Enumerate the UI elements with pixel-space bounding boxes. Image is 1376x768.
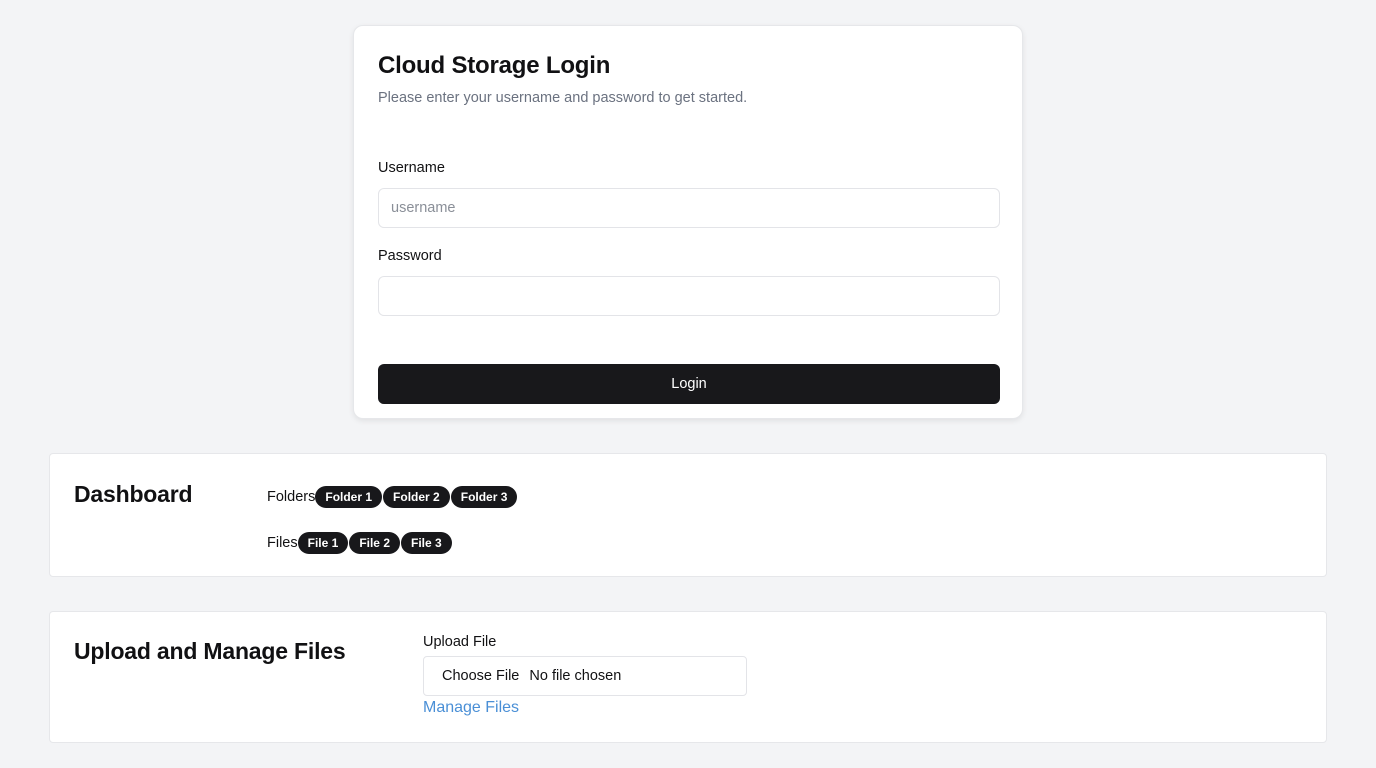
login-subtitle: Please enter your username and password … (378, 90, 748, 106)
files-row: Files File 1 File 2 File 3 (267, 532, 453, 554)
no-file-text: No file chosen (529, 668, 622, 684)
password-label: Password (378, 248, 442, 264)
files-label: Files (267, 535, 298, 551)
file-chip[interactable]: File 3 (401, 532, 452, 554)
file-chip[interactable]: File 1 (297, 532, 349, 554)
folder-chip[interactable]: Folder 1 (315, 486, 383, 508)
folder-chip[interactable]: Folder 2 (383, 486, 450, 508)
upload-title: Upload and Manage Files (74, 638, 346, 664)
dashboard-title: Dashboard (74, 481, 193, 507)
folders-label: Folders (267, 489, 316, 505)
file-chip[interactable]: File 2 (349, 532, 400, 554)
login-card: Cloud Storage Login Please enter your us… (353, 25, 1023, 419)
username-label: Username (378, 160, 445, 176)
folders-row: Folders Folder 1 Folder 2 Folder 3 (267, 486, 518, 508)
choose-file-button[interactable]: Choose File (442, 668, 519, 684)
folder-chip[interactable]: Folder 3 (450, 486, 518, 508)
upload-panel: Upload and Manage Files Upload File Choo… (49, 611, 1327, 743)
login-button[interactable]: Login (378, 364, 1000, 404)
upload-file-label: Upload File (423, 634, 497, 650)
manage-files-link[interactable]: Manage Files (423, 699, 519, 717)
password-input[interactable] (378, 276, 1000, 316)
login-title: Cloud Storage Login (378, 52, 611, 79)
dashboard-panel: Dashboard Folders Folder 1 Folder 2 Fold… (49, 453, 1327, 577)
file-input[interactable]: Choose File No file chosen (423, 656, 747, 696)
username-input[interactable] (378, 188, 1000, 228)
